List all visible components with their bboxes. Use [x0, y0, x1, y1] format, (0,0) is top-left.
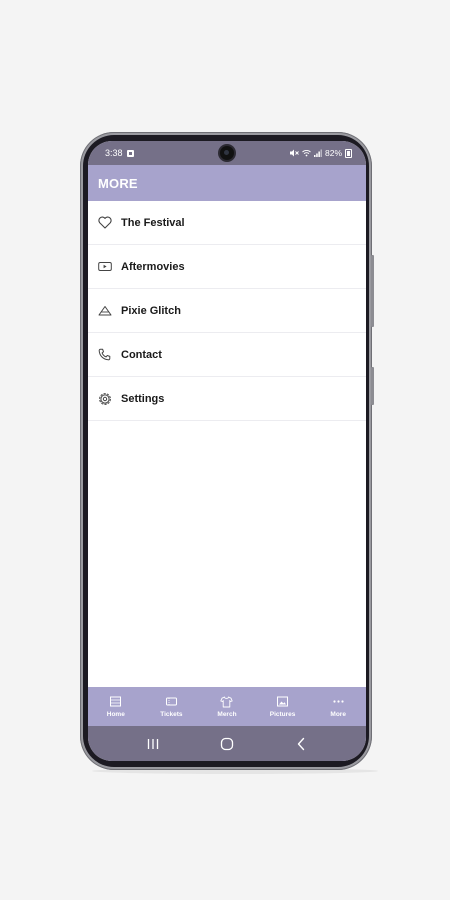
menu-item-contact[interactable]: Contact — [88, 333, 366, 377]
nav-label: Tickets — [160, 710, 183, 718]
battery-icon — [345, 148, 352, 158]
menu-item-label: Contact — [121, 348, 162, 361]
system-navigation-bar — [88, 726, 366, 761]
signal-icon — [313, 149, 322, 157]
gear-icon — [97, 391, 112, 406]
nav-item-tickets[interactable]: Tickets — [146, 696, 196, 718]
nav-item-pictures[interactable]: Pictures — [258, 696, 308, 718]
front-camera — [220, 146, 234, 160]
ticket-icon — [164, 696, 178, 708]
mountain-icon — [97, 303, 112, 318]
nav-item-merch[interactable]: Merch — [202, 696, 252, 718]
page-title: MORE — [98, 175, 138, 191]
nav-label: Home — [106, 710, 125, 718]
nav-label: Pictures — [269, 710, 296, 718]
status-time: 3:38 — [105, 148, 123, 158]
menu-item-label: The Festival — [121, 216, 185, 229]
home-system-icon[interactable] — [216, 736, 238, 752]
mute-icon — [289, 149, 299, 157]
wifi-icon — [302, 150, 311, 157]
power-button — [371, 367, 374, 405]
nav-label: Merch — [217, 710, 237, 718]
bottom-navigation: Home Tickets Merch Pictures More — [88, 687, 366, 726]
app-header: MORE — [88, 165, 366, 201]
menu-item-the-festival[interactable]: The Festival — [88, 201, 366, 245]
image-icon — [276, 696, 290, 708]
menu-item-pixie-glitch[interactable]: Pixie Glitch — [88, 289, 366, 333]
status-left: 3:38 — [105, 148, 134, 158]
notification-icon — [126, 149, 134, 157]
recent-apps-icon[interactable] — [142, 736, 164, 752]
status-right: 82% — [289, 148, 352, 158]
video-icon — [97, 259, 112, 274]
battery-percent: 82% — [324, 148, 342, 158]
home-icon — [109, 696, 123, 708]
nav-item-more[interactable]: More — [313, 696, 363, 718]
menu-item-label: Pixie Glitch — [121, 304, 181, 317]
menu-item-label: Aftermovies — [121, 260, 185, 273]
more-menu: The Festival Aftermovies Pixie Glitch Co… — [88, 201, 366, 421]
more-dots-icon — [331, 696, 345, 708]
nav-item-home[interactable]: Home — [91, 696, 141, 718]
menu-item-settings[interactable]: Settings — [88, 377, 366, 421]
back-icon[interactable] — [290, 736, 312, 752]
menu-item-aftermovies[interactable]: Aftermovies — [88, 245, 366, 289]
volume-button — [371, 255, 374, 327]
tshirt-icon — [220, 696, 234, 708]
menu-item-label: Settings — [121, 392, 165, 405]
phone-screen: 3:38 82% MORE The Festival Aftermovies P… — [88, 141, 366, 761]
heart-icon — [97, 215, 112, 230]
nav-label: More — [330, 710, 346, 718]
phone-icon — [97, 347, 112, 362]
